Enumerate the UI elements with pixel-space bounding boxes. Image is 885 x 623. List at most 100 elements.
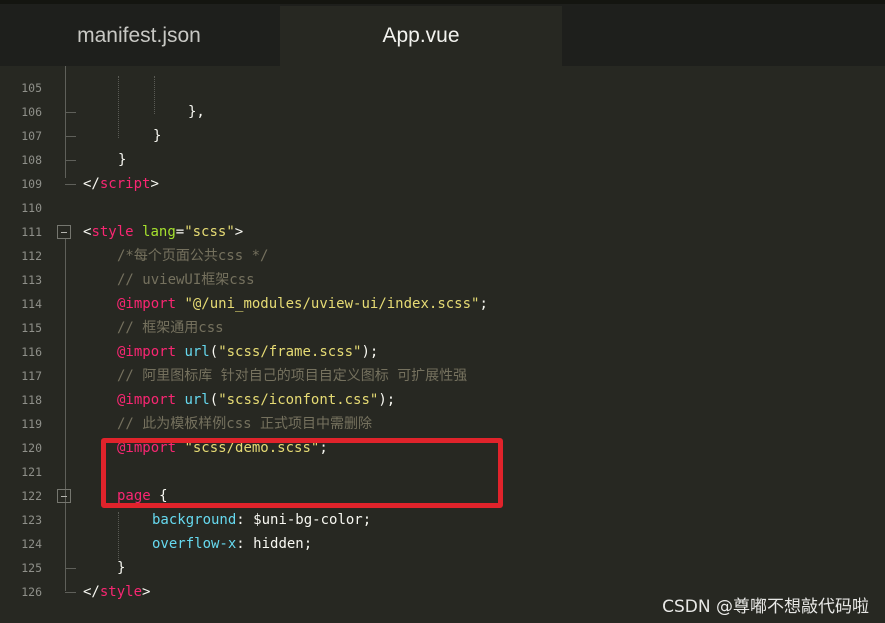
code-token: script [99,176,151,192]
code-token: > [142,584,151,600]
code-token: // 阿里图标库 针对自己的项目自定义图标 可扩展性强 [117,368,468,384]
line-number: 107 [21,129,42,143]
line-number: 110 [21,201,42,215]
line-code: } [117,556,125,580]
line-code: @import "@/uni_modules/uview-ui/index.sc… [117,292,488,316]
code-token: "scss/iconfont.css" [218,392,379,408]
line-number: 106 [21,105,42,119]
line-number: 125 [21,561,42,575]
line-number: 105 [21,81,42,95]
code-token: // uviewUI框架css [117,272,255,288]
code-token: style [99,584,143,600]
line-code: } [118,148,126,172]
line-number: 113 [21,273,42,287]
code-token: > [234,224,244,240]
code-token: : hidden; [236,536,313,552]
code-line: 117 // 阿里图标库 针对自己的项目自定义图标 可扩展性强 [0,364,885,388]
code-token: ); [378,392,396,408]
code-token: background [152,512,237,528]
code-token: "scss" [184,224,235,240]
line-code: </style> [83,580,150,604]
code-token: > [150,176,159,192]
code-line: 106}, [0,100,885,124]
code-line: 119 // 此为模板样例css 正式项目中需删除 [0,412,885,436]
code-editor[interactable]: 105 106}, 107} 108} 109 </script> 110 111 <style… [0,66,885,623]
code-token: </ [83,584,100,600]
code-line: 108} [0,148,885,172]
line-code: @import url("scss/frame.scss"); [117,340,378,364]
code-token: overflow-x [152,536,237,552]
code-token: /*每个页面公共css */ [117,248,269,264]
line-number: 117 [21,369,42,383]
code-line: 123 background: $uni-bg-color; [0,508,885,532]
code-token: </ [83,176,100,192]
code-line: 113 // uviewUI框架css [0,268,885,292]
line-number: 111 [21,225,42,239]
line-number: 114 [21,297,42,311]
code-line: 112 /*每个页面公共css */ [0,244,885,268]
code-line: 115 // 框架通用css [0,316,885,340]
tab-manifest-json[interactable]: manifest.json [0,6,278,66]
line-code: /*每个页面公共css */ [117,244,268,268]
code-token: @import [117,392,177,408]
code-line: 111 <style lang="scss"> [0,220,885,244]
code-line: 110 [0,196,885,220]
code-token: ( [209,344,219,360]
line-number: 121 [21,465,42,479]
line-number: 126 [21,585,42,599]
code-token: @import [117,296,177,312]
code-token: }, [188,104,205,120]
line-code: @import url("scss/iconfont.css"); [117,388,395,412]
highlight-box [101,438,503,508]
line-number: 109 [21,177,42,191]
code-line: 125} [0,556,885,580]
line-code: </script> [83,172,159,196]
line-code: // uviewUI框架css [117,268,255,292]
line-number: 123 [21,513,42,527]
code-line: 124 overflow-x: hidden; [0,532,885,556]
code-token: "scss/frame.scss" [218,344,362,360]
line-number: 119 [21,417,42,431]
line-number: 112 [21,249,42,263]
line-number: 124 [21,537,42,551]
code-line: 109 </script> [0,172,885,196]
code-token: lang [142,224,176,240]
line-number: 108 [21,153,42,167]
line-number: 118 [21,393,42,407]
line-code: // 此为模板样例css 正式项目中需删除 [117,412,372,436]
line-number: 116 [21,345,42,359]
code-token: } [117,560,126,576]
watermark: CSDN @尊嘟不想敲代码啦 [662,597,869,617]
tab-bar: manifest.json App.vue [0,0,885,66]
line-number: 120 [21,441,42,455]
code-line: 105 [0,76,885,100]
code-token: : $uni-bg-color; [236,512,372,528]
line-code: overflow-x: hidden; [152,532,312,556]
code-token: url [184,344,210,360]
code-token: style [91,224,134,240]
tab-app-vue[interactable]: App.vue [280,6,562,66]
code-token: @import [117,344,177,360]
code-token: ); [361,344,379,360]
code-line: 114 @import "@/uni_modules/uview-ui/index… [0,292,885,316]
code-line: 116 @import url("scss/frame.scss"); [0,340,885,364]
code-token: // 框架通用css [117,320,224,336]
code-token: } [153,128,162,144]
code-token: ; [479,296,488,312]
code-line: 118 @import url("scss/iconfont.css"); [0,388,885,412]
line-number: 122 [21,489,42,503]
line-code: }, [188,100,205,124]
code-token: url [184,392,210,408]
code-token: } [118,152,127,168]
line-code: // 框架通用css [117,316,224,340]
line-code: <style lang="scss"> [83,220,243,244]
code-line: 107} [0,124,885,148]
line-code: } [153,124,161,148]
line-code: // 阿里图标库 针对自己的项目自定义图标 可扩展性强 [117,364,467,388]
code-token: = [175,224,185,240]
line-code: background: $uni-bg-color; [152,508,371,532]
code-token: // 此为模板样例css 正式项目中需删除 [117,416,373,432]
code-token: ( [209,392,219,408]
line-number: 115 [21,321,42,335]
